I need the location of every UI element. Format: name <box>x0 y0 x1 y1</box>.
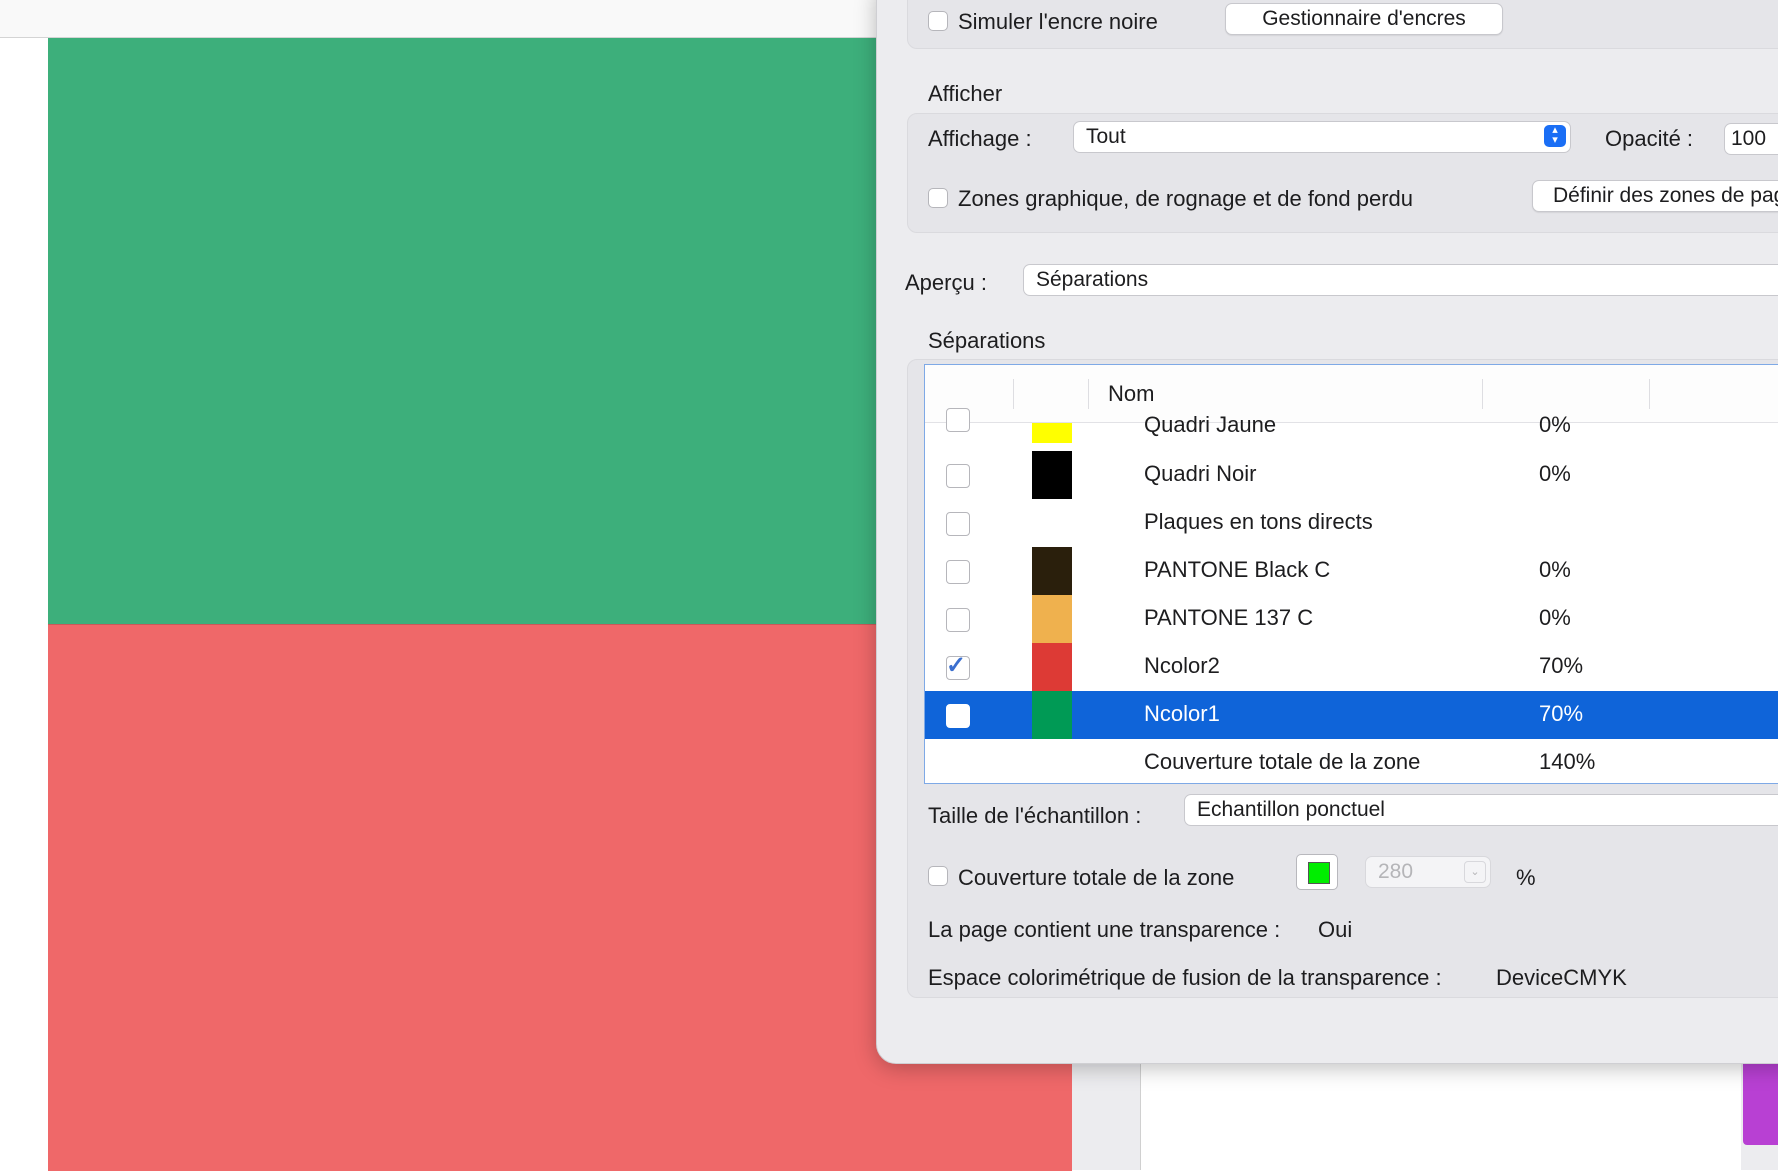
table-row[interactable]: PANTONE Black C 0% <box>925 547 1778 595</box>
swatch-ncolor2 <box>1032 643 1072 691</box>
ink-manager-button[interactable]: Gestionnaire d'encres <box>1225 3 1503 35</box>
row-pct: 0% <box>1539 412 1571 437</box>
chevron-down-icon: ⌄ <box>1464 861 1486 883</box>
table-row-total: Couverture totale de la zone 140% <box>925 739 1778 783</box>
total-row-pct: 140% <box>1539 749 1596 774</box>
show-section-title: Afficher <box>928 81 1003 106</box>
swatch-pantone-black-c <box>1032 547 1072 595</box>
zones-checkbox[interactable] <box>928 188 948 208</box>
row-pct: 0% <box>1539 461 1571 486</box>
row-name: Quadri Jaune <box>1144 412 1277 437</box>
preview-select[interactable]: Séparations <box>1023 264 1778 296</box>
table-row[interactable]: Quadri Jaune 0% <box>925 378 1778 443</box>
opacity-input[interactable]: 100 <box>1724 123 1778 155</box>
table-row-selected[interactable]: ✓ Ncolor1 70% <box>925 691 1778 739</box>
checkmark-icon: ✓ <box>946 700 967 727</box>
blend-space-value: DeviceCMYK <box>1496 965 1627 990</box>
display-label: Affichage : <box>928 126 1032 151</box>
row-name: PANTONE Black C <box>1144 557 1331 582</box>
sample-size-select[interactable]: Echantillon ponctuel <box>1184 794 1778 826</box>
swatch-quadri-jaune <box>1032 423 1072 443</box>
row-pct: 0% <box>1539 557 1571 582</box>
display-select-value: Tout <box>1086 125 1126 148</box>
coverage-unit: % <box>1516 865 1536 890</box>
row-pct: 70% <box>1539 701 1584 726</box>
row-pct: 0% <box>1539 605 1571 630</box>
row-name: Plaques en tons directs <box>1144 509 1373 534</box>
separations-table[interactable]: Nom Quadri Jaune 0% Quadri Noir 0% Plaqu… <box>924 364 1778 784</box>
background-page <box>1140 1060 1741 1170</box>
swatch-pantone-137-c <box>1032 595 1072 643</box>
row-checkbox[interactable] <box>946 408 970 432</box>
row-checkbox[interactable] <box>946 608 970 632</box>
display-group: Affichage : Tout ▴ ▾ Opacité : 100 Zones … <box>907 113 1778 233</box>
total-row-name: Couverture totale de la zone <box>1144 749 1421 774</box>
row-name: Ncolor1 <box>1144 701 1220 726</box>
row-name: PANTONE 137 C <box>1144 605 1314 630</box>
opacity-label: Opacité : <box>1605 126 1694 151</box>
coverage-value-combo[interactable]: 280 ⌄ <box>1365 856 1491 888</box>
sample-size-label: Taille de l'échantillon : <box>928 803 1142 828</box>
swatch-quadri-noir <box>1032 451 1072 499</box>
transparency-label: La page contient une transparence : <box>928 917 1281 942</box>
table-row[interactable]: PANTONE 137 C 0% <box>925 595 1778 643</box>
table-row[interactable]: Plaques en tons directs <box>925 499 1778 547</box>
updown-chevron-icon: ▴ ▾ <box>1544 125 1566 147</box>
preview-label: Aperçu : <box>905 270 987 295</box>
row-name: Ncolor2 <box>1144 653 1220 678</box>
total-coverage-label: Couverture totale de la zone <box>958 865 1235 890</box>
row-checkbox[interactable] <box>946 512 970 536</box>
purple-tab[interactable] <box>1743 1060 1778 1145</box>
display-select[interactable]: Tout ▴ ▾ <box>1073 121 1571 153</box>
table-row[interactable]: ✓ Ncolor2 70% <box>925 643 1778 691</box>
simulate-black-ink-label: Simuler l'encre noire <box>958 9 1158 34</box>
define-zones-button[interactable]: Définir des zones de pag <box>1532 180 1778 212</box>
transparency-value: Oui <box>1318 917 1353 942</box>
simulate-black-ink-checkbox[interactable] <box>928 11 948 31</box>
row-checkbox[interactable] <box>946 464 970 488</box>
row-checkbox[interactable] <box>946 560 970 584</box>
total-coverage-checkbox[interactable] <box>928 866 948 886</box>
zones-checkbox-label: Zones graphique, de rognage et de fond p… <box>958 186 1414 211</box>
row-name: Quadri Noir <box>1144 461 1257 486</box>
swatch-ncolor1 <box>1032 691 1072 739</box>
coverage-color-swatch <box>1308 862 1330 884</box>
coverage-value: 280 <box>1378 860 1414 883</box>
blend-space-label: Espace colorimétrique de fusion de la tr… <box>928 965 1442 990</box>
row-pct: 70% <box>1539 653 1584 678</box>
ink-group: Simuler l'encre noire Gestionnaire d'enc… <box>907 0 1778 49</box>
table-row[interactable]: Quadri Noir 0% <box>925 451 1778 499</box>
separations-title: Séparations <box>928 328 1046 353</box>
coverage-color-well[interactable] <box>1296 854 1338 890</box>
checkmark-icon: ✓ <box>946 652 967 679</box>
